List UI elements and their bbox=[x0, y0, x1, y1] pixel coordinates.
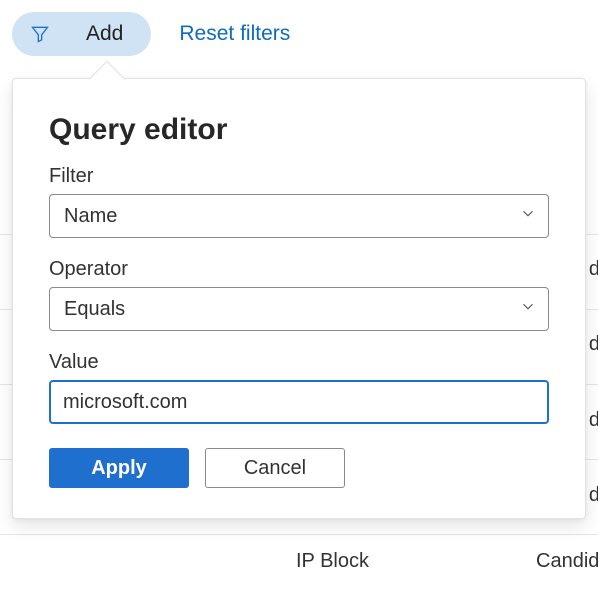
button-row: Apply Cancel bbox=[49, 448, 549, 488]
filter-toolbar: Add Reset filters bbox=[0, 0, 598, 56]
filter-icon bbox=[30, 24, 50, 44]
filter-selected-value: Name bbox=[64, 205, 117, 228]
column-header-candidate-partial: Candid bbox=[536, 550, 598, 573]
operator-label: Operator bbox=[49, 258, 549, 281]
column-header-ip-block: IP Block bbox=[296, 550, 369, 573]
operator-select[interactable]: Equals bbox=[49, 287, 549, 331]
reset-filters-link[interactable]: Reset filters bbox=[179, 22, 290, 46]
row-edge-char: d bbox=[589, 333, 598, 356]
cancel-button[interactable]: Cancel bbox=[205, 448, 345, 488]
query-editor-popover: Query editor Filter Name Operator Equals… bbox=[12, 78, 586, 519]
apply-button[interactable]: Apply bbox=[49, 448, 189, 488]
filter-select[interactable]: Name bbox=[49, 194, 549, 238]
add-filter-button[interactable]: Add bbox=[12, 12, 151, 56]
filter-label: Filter bbox=[49, 165, 549, 188]
add-filter-label: Add bbox=[86, 22, 123, 46]
row-edge-char: d bbox=[589, 409, 598, 432]
row-edge-char: d bbox=[589, 258, 598, 281]
popover-title: Query editor bbox=[49, 113, 549, 147]
value-label: Value bbox=[49, 351, 549, 374]
value-input[interactable] bbox=[49, 380, 549, 424]
row-edge-char: d bbox=[589, 484, 598, 507]
operator-selected-value: Equals bbox=[64, 298, 125, 321]
